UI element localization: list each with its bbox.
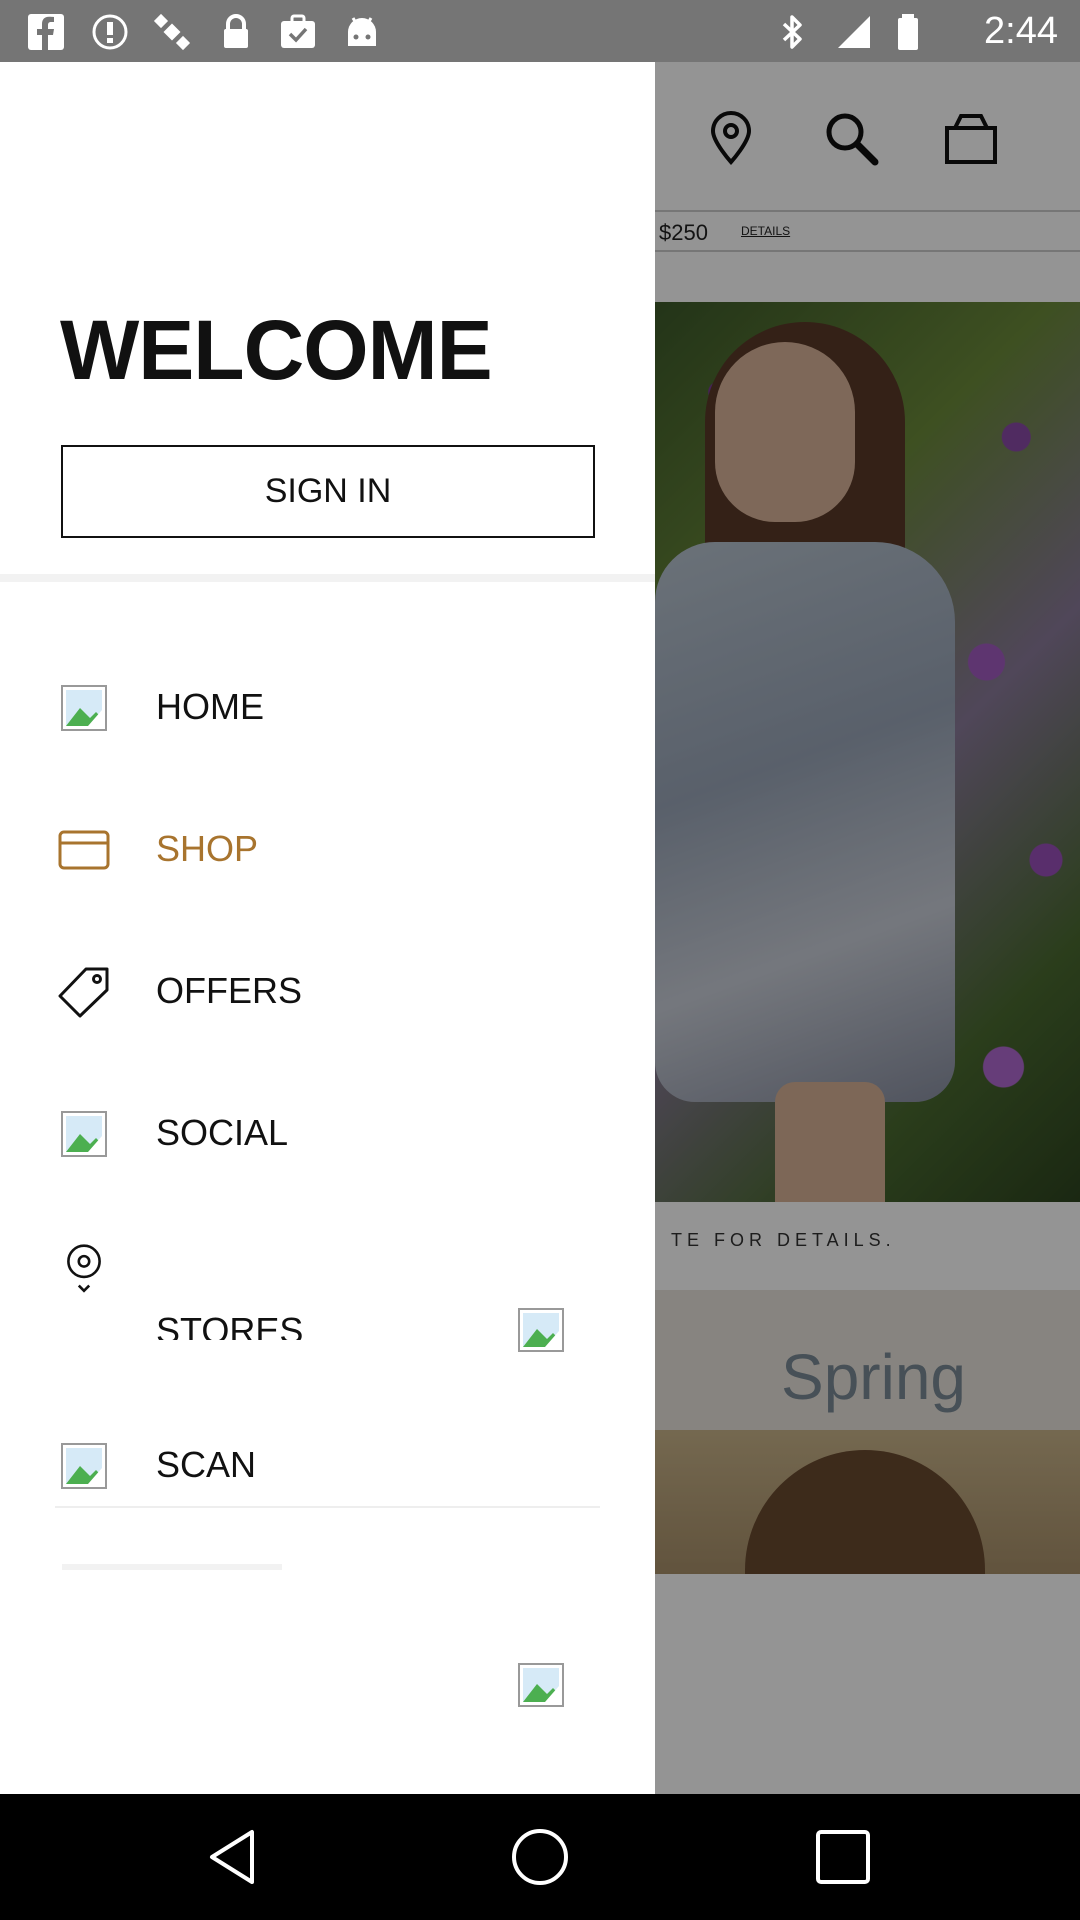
navigation-drawer: WELCOME SIGN IN HOME SHOP OFFERS SOCIAL …	[0, 62, 655, 1794]
menu-item-shop[interactable]: SHOP	[0, 798, 655, 898]
broken-image-icon	[518, 1308, 564, 1352]
battery-icon	[898, 14, 918, 50]
menu-item-home[interactable]: HOME	[0, 656, 655, 756]
android-icon	[348, 17, 376, 46]
signal-icon	[838, 16, 870, 48]
menu-item-offers[interactable]: OFFERS	[0, 940, 655, 1040]
sign-in-button[interactable]: SIGN IN	[61, 445, 595, 538]
menu-item-label: STORES	[156, 1310, 304, 1340]
broken-image-icon	[61, 1443, 107, 1489]
recents-icon[interactable]	[808, 1822, 878, 1892]
alert-icon	[92, 14, 128, 50]
drawer-scrim[interactable]	[655, 62, 1080, 1794]
location-pin-icon	[67, 1244, 101, 1293]
tag-icon	[58, 967, 109, 1018]
credit-card-icon	[58, 830, 110, 870]
back-icon[interactable]	[200, 1822, 270, 1892]
drawer-divider	[55, 1506, 600, 1508]
status-time: 2:44	[984, 10, 1058, 52]
bluetooth-icon	[782, 15, 802, 49]
welcome-title: WELCOME	[60, 303, 493, 397]
system-nav-bar	[0, 1794, 1080, 1920]
broken-image-icon	[518, 1663, 564, 1707]
facebook-icon	[28, 14, 64, 50]
drawer-header: WELCOME SIGN IN	[0, 62, 655, 582]
menu-item-label: SCAN	[156, 1444, 257, 1485]
menu-item-label: HOME	[156, 686, 264, 727]
lock-icon	[224, 14, 248, 48]
satellite-icon	[153, 13, 191, 51]
clipboard-check-icon	[281, 14, 315, 48]
status-bar: 2:44	[0, 0, 1080, 62]
broken-image-icon	[61, 685, 107, 731]
menu-item-label: OFFERS	[156, 970, 303, 1011]
menu-item-social[interactable]: SOCIAL	[0, 1082, 655, 1182]
faded-placeholder	[62, 1564, 282, 1570]
menu-item-label: SOCIAL	[156, 1112, 289, 1153]
broken-image-icon	[61, 1111, 107, 1157]
home-icon[interactable]	[505, 1822, 575, 1892]
menu-item-scan[interactable]: SCAN	[0, 1414, 655, 1514]
menu-item-label: SHOP	[156, 828, 259, 869]
